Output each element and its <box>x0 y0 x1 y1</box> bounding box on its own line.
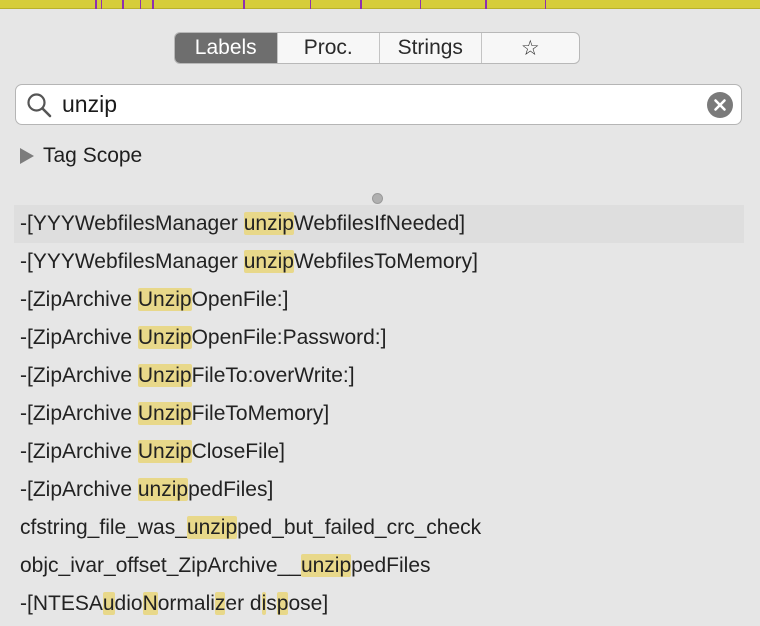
result-row[interactable]: -[YYYWebfilesManager unzipWebfilesToMemo… <box>14 243 744 281</box>
result-text: FileTo:overWrite:] <box>191 364 355 387</box>
match-highlight: Unzip <box>137 402 192 425</box>
result-row[interactable]: cfstring_file_was_unzipped_but_failed_cr… <box>14 509 744 547</box>
clear-icon <box>714 99 726 111</box>
match-highlight: Unzip <box>137 440 192 463</box>
result-row[interactable]: -[ZipArchive UnzipFileTo:overWrite:] <box>14 357 744 395</box>
tab-selector: Labels Proc. Strings ☆ <box>174 32 580 64</box>
result-text: CloseFile] <box>191 440 285 463</box>
match-highlight: unzip <box>137 478 189 501</box>
result-text: FileToMemory] <box>191 402 330 425</box>
result-text: OpenFile:] <box>191 288 289 311</box>
search-icon <box>27 93 52 118</box>
tab-procedures[interactable]: Proc. <box>278 33 380 63</box>
result-row[interactable]: -[YYYWebfilesManager unzipWebfilesIfNeed… <box>14 205 744 243</box>
search-field <box>15 84 742 125</box>
result-row[interactable]: -[ZipArchive unzippedFiles] <box>14 471 744 509</box>
match-highlight: Unzip <box>137 326 192 349</box>
result-text: pedFiles <box>351 554 431 577</box>
match-highlight: p <box>276 592 289 615</box>
result-text: -[ZipArchive <box>20 288 138 311</box>
match-highlight: Unzip <box>137 288 192 311</box>
tag-scope-label: Tag Scope <box>43 144 143 167</box>
clear-search-button[interactable] <box>707 92 733 118</box>
result-text: -[ZipArchive <box>20 440 138 463</box>
result-text: s <box>266 592 277 615</box>
result-row[interactable]: -[ZipArchive UnzipCloseFile] <box>14 433 744 471</box>
result-text: -[YYYWebfilesManager <box>20 250 244 273</box>
result-text: cfstring_file_was_ <box>20 516 187 539</box>
navigation-tick <box>140 0 141 9</box>
result-text: pedFiles] <box>188 478 274 501</box>
result-row[interactable]: -[ZipArchive UnzipFileToMemory] <box>14 395 744 433</box>
match-highlight: N <box>142 592 158 615</box>
match-highlight: unzip <box>243 212 294 235</box>
match-highlight: Unzip <box>137 364 192 387</box>
result-row[interactable]: -[ZipArchive UnzipOpenFile:] <box>14 281 744 319</box>
tab-strings[interactable]: Strings <box>380 33 482 63</box>
result-text: ose] <box>288 592 329 615</box>
match-highlight: u <box>102 592 115 615</box>
top-color-bar[interactable] <box>0 0 760 9</box>
tab-labels[interactable]: Labels <box>175 33 278 63</box>
navigation-tick <box>360 0 362 9</box>
result-text: OpenFile:Password:] <box>191 326 387 349</box>
result-text: -[ZipArchive <box>20 478 138 501</box>
result-text: ormali <box>157 592 215 615</box>
navigation-tick <box>485 0 487 9</box>
result-row[interactable]: -[ZipArchive UnzipOpenFile:Password:] <box>14 319 744 357</box>
result-text: ped_but_failed_crc_check <box>237 516 482 539</box>
result-row[interactable]: -[NTESAudioNormalizer dispose] <box>14 585 744 623</box>
result-text: er d <box>225 592 262 615</box>
result-row[interactable]: objc_ivar_offset_ZipArchive__unzippedFil… <box>14 547 744 585</box>
result-text: dio <box>114 592 143 615</box>
tab-bookmarks[interactable]: ☆ <box>482 33 580 63</box>
result-text: WebfilesToMemory] <box>293 250 478 273</box>
match-highlight: unzip <box>186 516 238 539</box>
result-text: WebfilesIfNeeded] <box>293 212 466 235</box>
split-view-handle[interactable] <box>372 193 383 204</box>
navigation-tick <box>101 0 102 9</box>
result-text: -[ZipArchive <box>20 326 138 349</box>
disclosure-triangle-icon <box>20 148 34 164</box>
star-icon: ☆ <box>520 36 540 60</box>
navigation-tick <box>545 0 546 9</box>
tag-scope-disclosure[interactable]: Tag Scope <box>20 142 142 170</box>
result-text: -[NTESA <box>20 592 103 615</box>
navigation-tick <box>420 0 421 9</box>
match-highlight: unzip <box>300 554 352 577</box>
navigation-tick <box>95 0 97 9</box>
match-highlight: z <box>214 592 226 615</box>
result-text: objc_ivar_offset_ZipArchive__ <box>20 554 301 577</box>
result-text: -[ZipArchive <box>20 402 138 425</box>
navigation-tick <box>122 0 124 9</box>
navigation-tick <box>152 0 154 9</box>
navigation-tick <box>243 0 245 9</box>
navigation-tick <box>310 0 311 9</box>
result-text: -[ZipArchive <box>20 364 138 387</box>
search-input[interactable] <box>62 85 702 124</box>
results-list: -[YYYWebfilesManager unzipWebfilesIfNeed… <box>14 205 744 626</box>
match-highlight: unzip <box>243 250 294 273</box>
result-text: -[YYYWebfilesManager <box>20 212 244 235</box>
